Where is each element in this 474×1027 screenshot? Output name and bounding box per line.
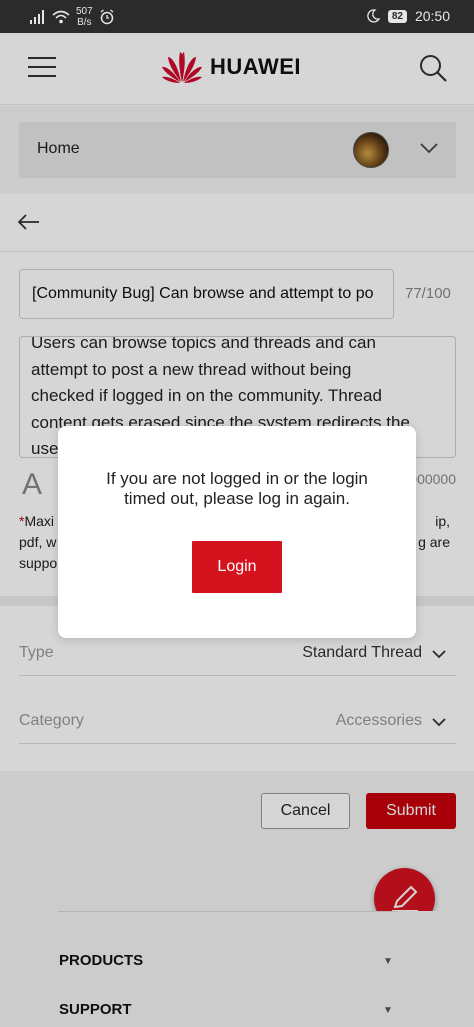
status-right: 82 20:50: [366, 8, 450, 24]
status-bar: 507 B/s 82 20:50: [0, 0, 474, 33]
signal-icon: [30, 10, 44, 24]
net-speed-value: 507: [76, 6, 93, 17]
net-speed-unit: B/s: [77, 17, 92, 28]
status-left: 507 B/s: [30, 6, 115, 28]
dialog-message: If you are not logged in or the login ti…: [106, 469, 368, 508]
login-button[interactable]: Login: [192, 541, 282, 593]
alarm-icon: [100, 9, 114, 25]
battery-icon: 82: [387, 9, 407, 23]
clock: 20:50: [414, 8, 450, 24]
wifi-icon: [52, 10, 70, 24]
login-dialog: If you are not logged in or the login ti…: [58, 426, 416, 638]
net-speed: 507 B/s: [76, 6, 93, 28]
moon-icon: [367, 9, 380, 23]
